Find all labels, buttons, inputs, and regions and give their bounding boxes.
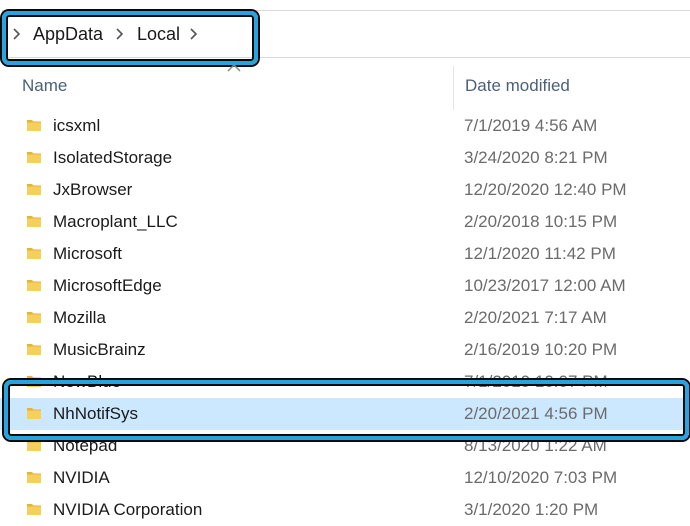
file-name[interactable]: Microsoft (53, 243, 122, 265)
file-name[interactable]: Macroplant_LLC (53, 211, 178, 233)
file-date-modified: 3/1/2020 1:20 PM (464, 500, 599, 519)
folder-icon (26, 501, 42, 517)
file-name[interactable]: NVIDIA (53, 467, 110, 489)
breadcrumb-highlight (2, 11, 258, 65)
list-item[interactable]: Macroplant_LLC 2/20/2018 10:15 PM (0, 206, 690, 238)
file-date-modified: 2/16/2019 10:20 PM (464, 340, 618, 359)
file-date-modified: 2/20/2018 10:15 PM (464, 212, 618, 231)
list-item[interactable]: Mozilla 2/20/2021 7:17 AM (0, 302, 690, 334)
file-name[interactable]: Mozilla (53, 307, 106, 329)
file-name[interactable]: NVIDIA Corporation (53, 499, 202, 521)
file-name[interactable]: MusicBrainz (53, 339, 146, 361)
file-date-modified: 12/20/2020 12:40 PM (464, 180, 627, 199)
file-date-modified: 2/20/2021 7:17 AM (464, 308, 607, 327)
folder-icon (26, 213, 42, 229)
file-name[interactable]: icsxml (53, 115, 100, 137)
list-item[interactable]: Microsoft 12/1/2020 11:42 PM (0, 238, 690, 270)
column-header-date-modified[interactable]: Date modified (465, 76, 570, 96)
file-date-modified: 12/1/2020 11:42 PM (464, 244, 616, 263)
folder-icon (26, 149, 42, 165)
folder-icon (26, 341, 42, 357)
folder-icon (26, 277, 42, 293)
file-date-modified: 7/1/2019 4:56 AM (464, 116, 598, 135)
file-date-modified: 12/10/2020 7:03 PM (464, 468, 618, 487)
file-name[interactable]: IsolatedStorage (53, 147, 172, 169)
folder-icon (26, 245, 42, 261)
list-item[interactable]: MusicBrainz 2/16/2019 10:20 PM (0, 334, 690, 366)
column-divider[interactable] (453, 66, 454, 110)
file-date-modified: 3/24/2020 8:21 PM (464, 148, 608, 167)
file-name[interactable]: MicrosoftEdge (53, 275, 162, 297)
column-header-row: Name Date modified (0, 66, 690, 110)
folder-icon (26, 309, 42, 325)
list-item[interactable]: IsolatedStorage 3/24/2020 8:21 PM (0, 142, 690, 174)
list-item[interactable]: NVIDIA Corporation 3/1/2020 1:20 PM (0, 494, 690, 526)
folder-icon (26, 117, 42, 133)
column-header-name[interactable]: Name (22, 76, 67, 96)
list-item[interactable]: MicrosoftEdge 10/23/2017 12:00 AM (0, 270, 690, 302)
folder-icon (26, 469, 42, 485)
folder-icon (26, 181, 42, 197)
list-item[interactable]: JxBrowser 12/20/2020 12:40 PM (0, 174, 690, 206)
file-name[interactable]: JxBrowser (53, 179, 132, 201)
list-item[interactable]: NVIDIA 12/10/2020 7:03 PM (0, 462, 690, 494)
address-bar: AppData Local (0, 0, 690, 65)
list-item[interactable]: icsxml 7/1/2019 4:56 AM (0, 110, 690, 142)
selected-row-highlight (4, 380, 689, 440)
file-date-modified: 10/23/2017 12:00 AM (464, 276, 626, 295)
